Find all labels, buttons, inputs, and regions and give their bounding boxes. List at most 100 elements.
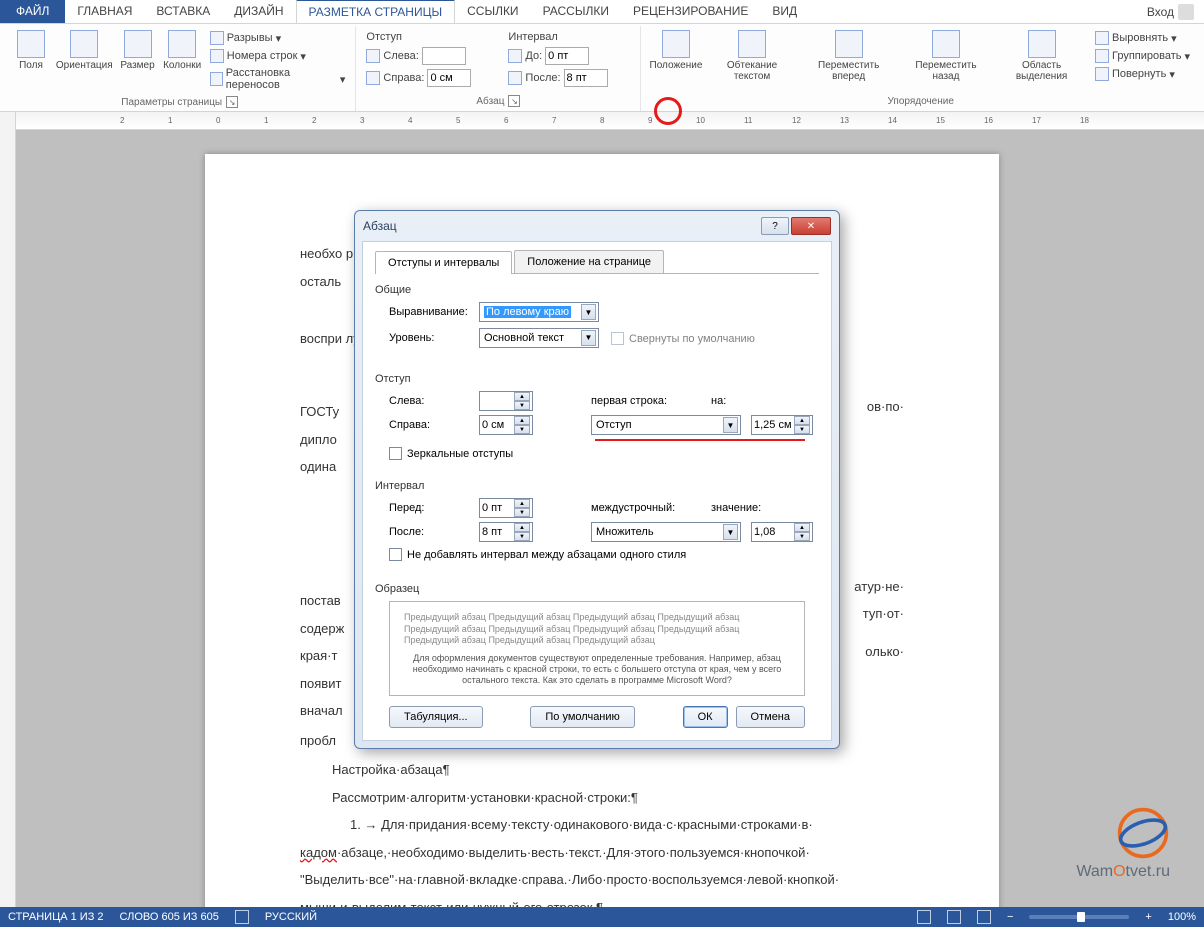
section-general: Общие (375, 284, 819, 296)
cancel-button[interactable]: Отмена (736, 706, 805, 728)
spin-up[interactable]: ▲ (514, 392, 530, 401)
spin-down[interactable]: ▼ (514, 401, 530, 410)
group-paragraph: Отступ Слева: Справа: Интервал До: После… (356, 26, 641, 111)
paragraph-dialog: Абзац ? ✕ Отступы и интервалы Положение … (354, 210, 840, 749)
section-indent: Отступ (375, 373, 819, 385)
spin-up[interactable]: ▲ (794, 416, 810, 425)
forward-icon (835, 30, 863, 58)
line-numbers-button[interactable]: Номера строк▾ (208, 48, 348, 64)
alignment-label: Выравнивание: (389, 306, 479, 318)
indent-left-row: Слева: (364, 46, 500, 66)
zoom-level[interactable]: 100% (1168, 911, 1196, 923)
checkbox[interactable] (389, 447, 402, 460)
send-backward-button[interactable]: Переместить назад (900, 28, 992, 94)
status-language[interactable]: РУССКИЙ (265, 911, 317, 923)
tab-view[interactable]: ВИД (760, 0, 809, 23)
after-label: После: (389, 526, 479, 538)
tab-references[interactable]: ССЫЛКИ (455, 0, 530, 23)
spacing-before-input[interactable] (545, 47, 589, 65)
print-layout-icon[interactable] (947, 910, 961, 924)
group-objects-button[interactable]: Группировать▾ (1093, 48, 1192, 64)
web-layout-icon[interactable] (977, 910, 991, 924)
annotation-underline (595, 439, 805, 441)
tab-insert[interactable]: ВСТАВКА (144, 0, 222, 23)
tab-page-layout[interactable]: РАЗМЕТКА СТРАНИЦЫ (296, 0, 456, 23)
checkbox[interactable] (389, 548, 402, 561)
outline-level-select[interactable]: Основной текст▼ (479, 328, 599, 348)
spin-up[interactable]: ▲ (514, 499, 530, 508)
indent-left-icon (366, 49, 380, 63)
tab-design[interactable]: ДИЗАЙН (222, 0, 295, 23)
status-page[interactable]: СТРАНИЦА 1 ИЗ 2 (8, 911, 104, 923)
spellcheck-icon[interactable] (235, 910, 249, 924)
tab-line-page-breaks[interactable]: Положение на странице (514, 250, 664, 273)
spacing-after-input[interactable] (564, 69, 608, 87)
align-button[interactable]: Выровнять▾ (1093, 30, 1192, 46)
at-spin[interactable]: ▲▼ (751, 522, 813, 542)
zoom-slider[interactable] (1029, 915, 1129, 919)
vertical-ruler[interactable] (0, 130, 16, 907)
size-button[interactable]: Размер (117, 28, 159, 94)
by-label: на: (711, 395, 771, 407)
spin-up[interactable]: ▲ (794, 523, 810, 532)
group-page-label: Параметры страницы (121, 97, 222, 108)
spin-down[interactable]: ▼ (514, 508, 530, 517)
dialog-title: Абзац (363, 219, 397, 233)
orientation-button[interactable]: Ориентация (54, 28, 115, 94)
close-button[interactable]: ✕ (791, 217, 831, 235)
by-spin[interactable]: ▲▼ (751, 415, 813, 435)
spin-down[interactable]: ▼ (794, 425, 810, 434)
align-icon (1095, 31, 1109, 45)
rotate-button[interactable]: Повернуть▾ (1093, 66, 1192, 82)
first-line-select[interactable]: Отступ▼ (591, 415, 741, 435)
alignment-select[interactable]: По левому краю▼ (479, 302, 599, 322)
indent-right-spin[interactable]: ▲▼ (479, 415, 533, 435)
page-setup-launcher[interactable]: ↘ (226, 96, 238, 108)
default-button[interactable]: По умолчанию (530, 706, 634, 728)
spin-down[interactable]: ▼ (514, 532, 530, 541)
size-icon (124, 30, 152, 58)
watermark-text: WamOtvet.ru (1076, 863, 1170, 881)
tab-home[interactable]: ГЛАВНАЯ (65, 0, 144, 23)
spacing-before-icon (508, 49, 522, 63)
dialog-titlebar[interactable]: Абзац ? ✕ (355, 211, 839, 241)
spin-down[interactable]: ▼ (514, 425, 530, 434)
paragraph-launcher[interactable]: ↘ (508, 95, 520, 107)
no-space-check[interactable]: Не добавлять интервал между абзацами одн… (389, 548, 819, 561)
spin-down[interactable]: ▼ (794, 532, 810, 541)
tab-mailings[interactable]: РАССЫЛКИ (531, 0, 621, 23)
horizontal-ruler[interactable]: 210123456789101112131415161718 (16, 112, 1204, 130)
spin-up[interactable]: ▲ (514, 416, 530, 425)
position-button[interactable]: Положение (647, 28, 704, 94)
file-tab[interactable]: ФАЙЛ (0, 0, 65, 23)
line-spacing-label: междустрочный: (591, 502, 711, 514)
indent-left-spin[interactable]: ▲▼ (479, 391, 533, 411)
hyphenation-button[interactable]: Расстановка переносов▾ (208, 66, 348, 92)
zoom-thumb[interactable] (1077, 912, 1085, 922)
login-button[interactable]: Вход (1137, 0, 1204, 23)
help-button[interactable]: ? (761, 217, 789, 235)
tabs-button[interactable]: Табуляция... (389, 706, 483, 728)
status-words[interactable]: СЛОВО 605 ИЗ 605 (120, 911, 219, 923)
bring-forward-button[interactable]: Переместить вперед (800, 28, 898, 94)
zoom-in[interactable]: + (1145, 911, 1151, 923)
after-spin[interactable]: ▲▼ (479, 522, 533, 542)
tab-indents-spacing[interactable]: Отступы и интервалы (375, 251, 512, 274)
wrap-text-button[interactable]: Обтекание текстом (706, 28, 797, 94)
spin-up[interactable]: ▲ (514, 523, 530, 532)
read-mode-icon[interactable] (917, 910, 931, 924)
columns-button[interactable]: Колонки (161, 28, 204, 94)
before-spin[interactable]: ▲▼ (479, 498, 533, 518)
checkbox (611, 332, 624, 345)
line-spacing-select[interactable]: Множитель▼ (591, 522, 741, 542)
indent-left-input[interactable] (422, 47, 466, 65)
indent-title: Отступ (366, 31, 402, 43)
breaks-button[interactable]: Разрывы▾ (208, 30, 348, 46)
ok-button[interactable]: ОК (683, 706, 728, 728)
indent-right-input[interactable] (427, 69, 471, 87)
zoom-out[interactable]: − (1007, 911, 1013, 923)
tab-review[interactable]: РЕЦЕНЗИРОВАНИЕ (621, 0, 760, 23)
margins-button[interactable]: Поля (10, 28, 52, 94)
mirror-indents-check[interactable]: Зеркальные отступы (389, 447, 819, 460)
selection-pane-button[interactable]: Область выделения (994, 28, 1089, 94)
